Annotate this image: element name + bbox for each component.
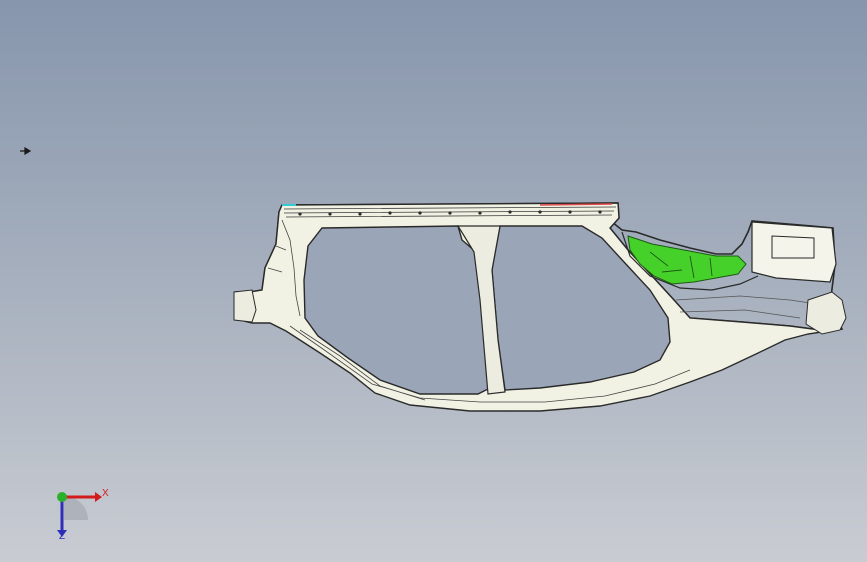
z-axis-label: Z [59,531,66,542]
car-body-side-frame[interactable] [0,0,867,562]
graphics-viewport[interactable]: X Z [0,0,867,562]
front-hinge-bracket [233,289,257,323]
rear-upper-bracket [751,221,837,283]
rear-lower-bracket [805,291,847,335]
coordinate-triad: X Z [40,480,120,550]
front-door-opening [303,225,491,395]
x-axis-label: X [102,488,109,499]
roof-red-marker [539,203,613,206]
